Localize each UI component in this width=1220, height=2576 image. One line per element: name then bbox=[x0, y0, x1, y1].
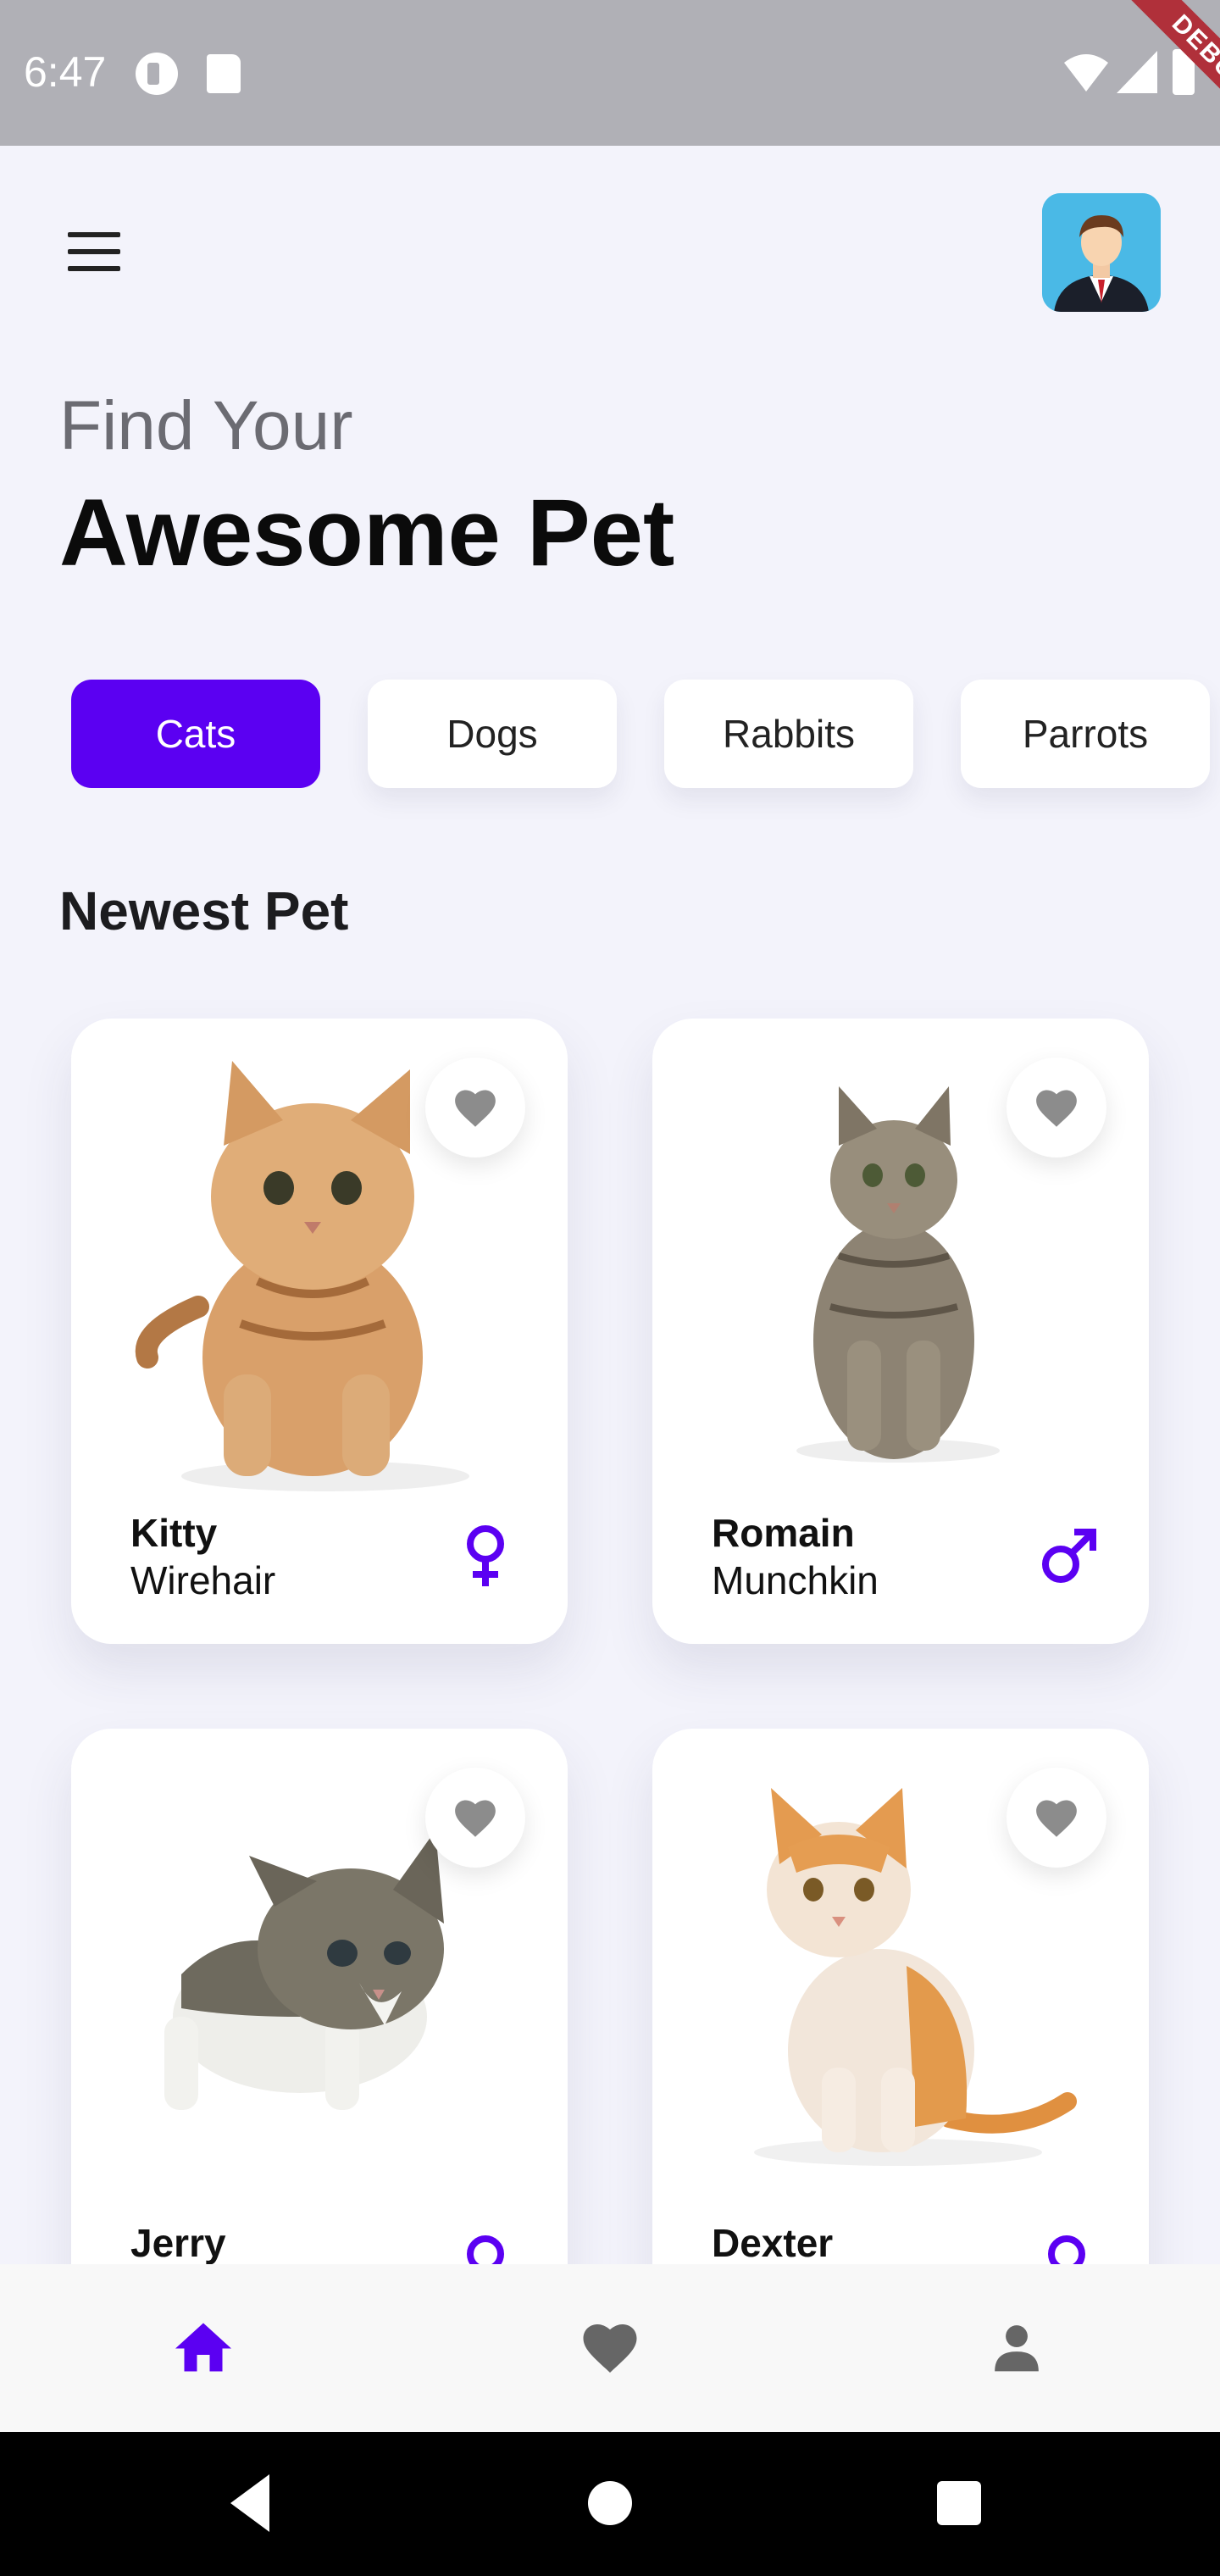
pet-name: Kitty bbox=[130, 1511, 218, 1555]
heart-icon bbox=[455, 1090, 496, 1127]
recents-icon[interactable] bbox=[937, 2481, 981, 2525]
female-icon bbox=[467, 1525, 504, 1586]
heart-icon bbox=[1036, 1090, 1077, 1127]
nav-home[interactable] bbox=[161, 2305, 246, 2390]
pet-name: Romain bbox=[712, 1511, 855, 1555]
notification-icon bbox=[136, 53, 178, 95]
wifi-icon bbox=[1064, 54, 1108, 92]
favorite-button[interactable] bbox=[1006, 1768, 1106, 1868]
pet-name: Dexter bbox=[712, 2221, 834, 2265]
title-awesome-pet: Awesome Pet bbox=[59, 480, 675, 586]
menu-icon[interactable] bbox=[64, 232, 124, 273]
pet-breed: Munchkin bbox=[712, 1558, 879, 1602]
male-icon bbox=[1042, 1529, 1096, 1583]
system-home-icon[interactable] bbox=[588, 2481, 632, 2525]
nav-favorites[interactable] bbox=[568, 2305, 652, 2390]
person-icon bbox=[995, 2325, 1039, 2372]
title-find-your: Find Your bbox=[59, 387, 353, 464]
heart-icon bbox=[1036, 1800, 1077, 1837]
pet-card-dexter[interactable]: Dexter bbox=[652, 1729, 1149, 2354]
tab-dogs[interactable]: Dogs bbox=[368, 680, 617, 788]
back-icon[interactable] bbox=[227, 2471, 274, 2535]
avatar-person-icon bbox=[1042, 193, 1161, 312]
pet-card-kitty[interactable]: Kitty Wirehair bbox=[71, 1019, 568, 1644]
favorite-button[interactable] bbox=[425, 1768, 525, 1868]
tab-cats[interactable]: Cats bbox=[71, 680, 320, 788]
pet-card-romain[interactable]: Romain Munchkin bbox=[652, 1019, 1149, 1644]
heart-icon bbox=[455, 1800, 496, 1837]
favorite-button[interactable] bbox=[1006, 1058, 1106, 1158]
nav-profile[interactable] bbox=[974, 2305, 1059, 2390]
tab-rabbits[interactable]: Rabbits bbox=[664, 680, 913, 788]
home-icon bbox=[175, 2323, 231, 2372]
status-bar bbox=[0, 0, 1220, 146]
avatar[interactable] bbox=[1042, 193, 1161, 312]
sd-card-icon bbox=[207, 54, 241, 93]
favorite-button[interactable] bbox=[425, 1058, 525, 1158]
pet-card-jerry[interactable]: Jerry bbox=[71, 1729, 568, 2354]
heart-icon bbox=[583, 2324, 637, 2373]
tab-parrots[interactable]: Parrots bbox=[961, 680, 1210, 788]
signal-icon bbox=[1117, 51, 1157, 93]
pet-name: Jerry bbox=[130, 2221, 226, 2265]
status-time: 6:47 bbox=[24, 48, 107, 96]
section-title: Newest Pet bbox=[59, 880, 349, 941]
pet-breed: Wirehair bbox=[130, 1558, 276, 1602]
